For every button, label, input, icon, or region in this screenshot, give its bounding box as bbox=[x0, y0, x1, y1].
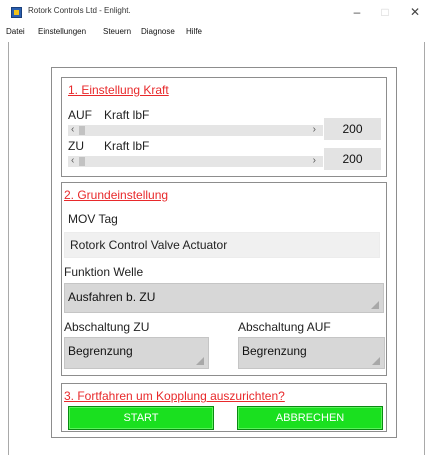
rotork-app-icon bbox=[11, 7, 22, 18]
minimize-button[interactable]: – bbox=[345, 2, 369, 22]
scroll-left-arrow-icon[interactable]: ‹ bbox=[71, 155, 74, 167]
menu-einstellungen[interactable]: Einstellungen bbox=[38, 27, 86, 36]
section-2-title: 2. Grundeinstellung bbox=[64, 188, 169, 202]
zu-force-value[interactable]: 200 bbox=[324, 148, 381, 170]
menu-hilfe[interactable]: Hilfe bbox=[186, 27, 202, 36]
abschaltung-zu-label: Abschaltung ZU bbox=[64, 320, 150, 334]
funktion-welle-select[interactable]: Ausfahren b. ZU bbox=[64, 283, 384, 313]
menu-steuern[interactable]: Steuern bbox=[103, 27, 131, 36]
zu-slider-thumb[interactable] bbox=[79, 157, 85, 166]
scroll-left-arrow-icon[interactable]: ‹ bbox=[71, 124, 74, 136]
auf-slider-thumb[interactable] bbox=[79, 126, 85, 135]
start-button[interactable]: START bbox=[68, 406, 214, 430]
zu-force-slider[interactable]: ‹ › bbox=[68, 155, 323, 167]
funktion-welle-label: Funktion Welle bbox=[64, 265, 144, 279]
chevron-down-icon bbox=[372, 357, 380, 365]
scroll-right-arrow-icon[interactable]: › bbox=[313, 155, 316, 167]
section-basic-settings: 2. Grundeinstellung MOV Tag Rotork Contr… bbox=[61, 182, 387, 376]
section-force-settings: 1. Einstellung Kraft AUF Kraft lbF ‹ › 2… bbox=[61, 77, 387, 177]
menu-diagnose[interactable]: Diagnose bbox=[141, 27, 175, 36]
auf-direction-label: AUF bbox=[68, 108, 92, 122]
scroll-right-arrow-icon[interactable]: › bbox=[313, 124, 316, 136]
abschaltung-auf-select[interactable]: Begrenzung bbox=[238, 337, 385, 369]
chevron-down-icon bbox=[371, 301, 379, 309]
mov-tag-input[interactable]: Rotork Control Valve Actuator bbox=[64, 232, 380, 258]
menu-bar: Datei Einstellungen Steuern Diagnose Hil… bbox=[0, 24, 433, 39]
abschaltung-zu-select[interactable]: Begrenzung bbox=[64, 337, 209, 369]
auf-force-slider[interactable]: ‹ › bbox=[68, 124, 323, 136]
menu-datei[interactable]: Datei bbox=[6, 27, 25, 36]
abbrechen-button[interactable]: ABBRECHEN bbox=[237, 406, 383, 430]
abschaltung-zu-value: Begrenzung bbox=[68, 344, 133, 358]
chevron-down-icon bbox=[196, 357, 204, 365]
abschaltung-auf-value: Begrenzung bbox=[242, 344, 307, 358]
section-continue: 3. Fortfahren um Kopplung auszurichten? … bbox=[61, 383, 387, 432]
maximize-button: □ bbox=[381, 5, 389, 19]
section-3-title: 3. Fortfahren um Kopplung auszurichten? bbox=[64, 389, 285, 403]
auf-force-label: Kraft lbF bbox=[104, 108, 150, 122]
mov-tag-label: MOV Tag bbox=[68, 212, 118, 226]
zu-force-label: Kraft lbF bbox=[104, 139, 150, 153]
title-bar: Rotork Controls Ltd - Enlight. – □ ✕ bbox=[0, 0, 433, 24]
settings-panel: 1. Einstellung Kraft AUF Kraft lbF ‹ › 2… bbox=[51, 67, 397, 438]
funktion-welle-value: Ausfahren b. ZU bbox=[68, 290, 156, 304]
section-1-title: 1. Einstellung Kraft bbox=[68, 83, 169, 97]
zu-direction-label: ZU bbox=[68, 139, 84, 153]
close-button[interactable]: ✕ bbox=[403, 2, 427, 22]
auf-force-value[interactable]: 200 bbox=[324, 118, 381, 140]
window-title: Rotork Controls Ltd - Enlight. bbox=[28, 6, 131, 15]
abschaltung-auf-label: Abschaltung AUF bbox=[238, 320, 331, 334]
